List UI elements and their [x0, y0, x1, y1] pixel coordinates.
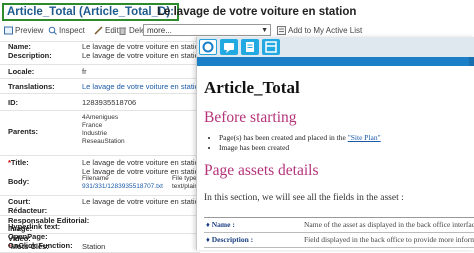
asset-toolbar: Preview Inspect Edit Delete more... ▼ Ad…: [0, 24, 474, 38]
list-add-icon: [277, 26, 286, 36]
asset-title-highlight: Article_Total (Article_Total_D):: [2, 3, 179, 21]
document-icon: [246, 42, 254, 52]
field-label: Parents:: [8, 127, 39, 136]
field-label-text: Title:: [10, 158, 29, 167]
body-file-link[interactable]: 931/331/1283935518707.txt: [82, 183, 163, 191]
list-item: Image has been created: [219, 143, 381, 153]
field-label: Locale:: [8, 67, 35, 76]
tab-layout[interactable]: [262, 39, 280, 55]
add-to-active-list-button[interactable]: Add to My Active List: [277, 25, 362, 37]
edit-label: Edit: [105, 26, 119, 35]
help-document: Article_Total Before starting Page(s) ha…: [197, 66, 474, 250]
field-row-body: Body: Le lavage de votre voiture en stat…: [0, 167, 203, 193]
panel-scroll-arrow[interactable]: [469, 57, 474, 66]
prerequisites-list: Page(s) has been created and placed in t…: [205, 133, 381, 153]
table-value: Field displayed in the back office to pr…: [304, 235, 474, 244]
table-row: ♦ Description : Field displayed in the b…: [204, 233, 474, 248]
panel-title-strip: [197, 57, 474, 66]
pencil-icon: [94, 26, 103, 35]
bullet-text: Page(s) has been created and placed in t…: [219, 133, 348, 142]
tab-structure[interactable]: [199, 39, 217, 55]
field-label: Translations:: [8, 82, 55, 91]
field-label: Description:: [8, 51, 52, 60]
panel-tab-bar: [197, 37, 474, 57]
table-row: ♦ Name : Name of the asset as displayed …: [204, 218, 474, 233]
field-value: fr: [82, 67, 87, 76]
asset-title: Le lavage de votre voiture en station: [157, 6, 357, 18]
more-actions-value: more...: [147, 26, 172, 35]
parent-item: France: [82, 122, 103, 129]
field-row-id: ID: 1283935518706: [0, 93, 200, 110]
fields-table: ♦ Name : Name of the asset as displayed …: [204, 217, 474, 248]
field-value: Station: [82, 242, 106, 251]
filetype-column-header: File type: [172, 175, 197, 182]
help-panel: Article_Total Before starting Page(s) ha…: [196, 37, 474, 250]
body-file-type: text/plain: [172, 183, 199, 190]
section-heading-page-assets: Page assets details: [204, 162, 319, 179]
trash-icon: [119, 27, 126, 36]
field-value: 1283935518706: [82, 98, 137, 107]
parent-item: Industrie: [82, 130, 107, 137]
preview-label: Preview: [15, 26, 44, 35]
file-column-header: Filename: [82, 175, 109, 182]
field-row-description: Description: Le lavage de votre voiture …: [0, 51, 203, 63]
site-plan-link[interactable]: "Site Plan": [348, 133, 381, 142]
active-list-label: Add to My Active List: [288, 26, 363, 35]
list-item: Page(s) has been created and placed in t…: [219, 133, 381, 143]
field-label: Body:: [8, 177, 30, 186]
table-value: Name of the asset as displayed in the ba…: [304, 220, 474, 229]
preview-button[interactable]: Preview: [4, 25, 43, 37]
tab-chat[interactable]: [220, 39, 238, 55]
page-header: Article_Total (Article_Total_D): Le lava…: [0, 0, 474, 22]
field-label: ID:: [8, 98, 18, 107]
edit-button[interactable]: Edit: [94, 25, 119, 37]
more-actions-select[interactable]: more... ▼: [143, 24, 271, 36]
tab-document[interactable]: [241, 39, 259, 55]
field-row-translations: Translations: Le lavage de votre voiture…: [0, 78, 222, 93]
parent-item: ReseauStation: [82, 138, 125, 145]
preview-icon: [4, 26, 13, 35]
field-value: Le lavage de votre voiture en station: [82, 51, 203, 60]
section-heading-before-starting: Before starting: [204, 109, 297, 126]
tree-icon: [202, 41, 214, 53]
comment-icon: [224, 43, 234, 53]
chevron-down-icon: ▼: [261, 27, 268, 34]
section-intro-text: In this section, we will see all the fie…: [204, 193, 404, 203]
magnifier-icon: [48, 27, 57, 36]
field-label-hyperlink: Hyperlink text:: [8, 222, 61, 231]
table-key-text: Name :: [211, 220, 235, 229]
table-key: ♦ Description :: [206, 235, 254, 244]
doc-title: Article_Total: [204, 78, 300, 97]
field-row-parents: Parents: 4Amenigues France Industrie Res…: [0, 110, 200, 155]
inspect-label: Inspect: [59, 26, 85, 35]
inspect-button[interactable]: Inspect: [48, 25, 85, 37]
layout-icon: [265, 41, 277, 53]
table-key-text: Description :: [211, 235, 254, 244]
field-row-locale: Locale: fr: [0, 64, 200, 78]
table-key: ♦ Name :: [206, 220, 235, 229]
parent-item: 4Amenigues: [82, 114, 119, 121]
field-label-onclick: OnClick Function:: [8, 241, 73, 250]
